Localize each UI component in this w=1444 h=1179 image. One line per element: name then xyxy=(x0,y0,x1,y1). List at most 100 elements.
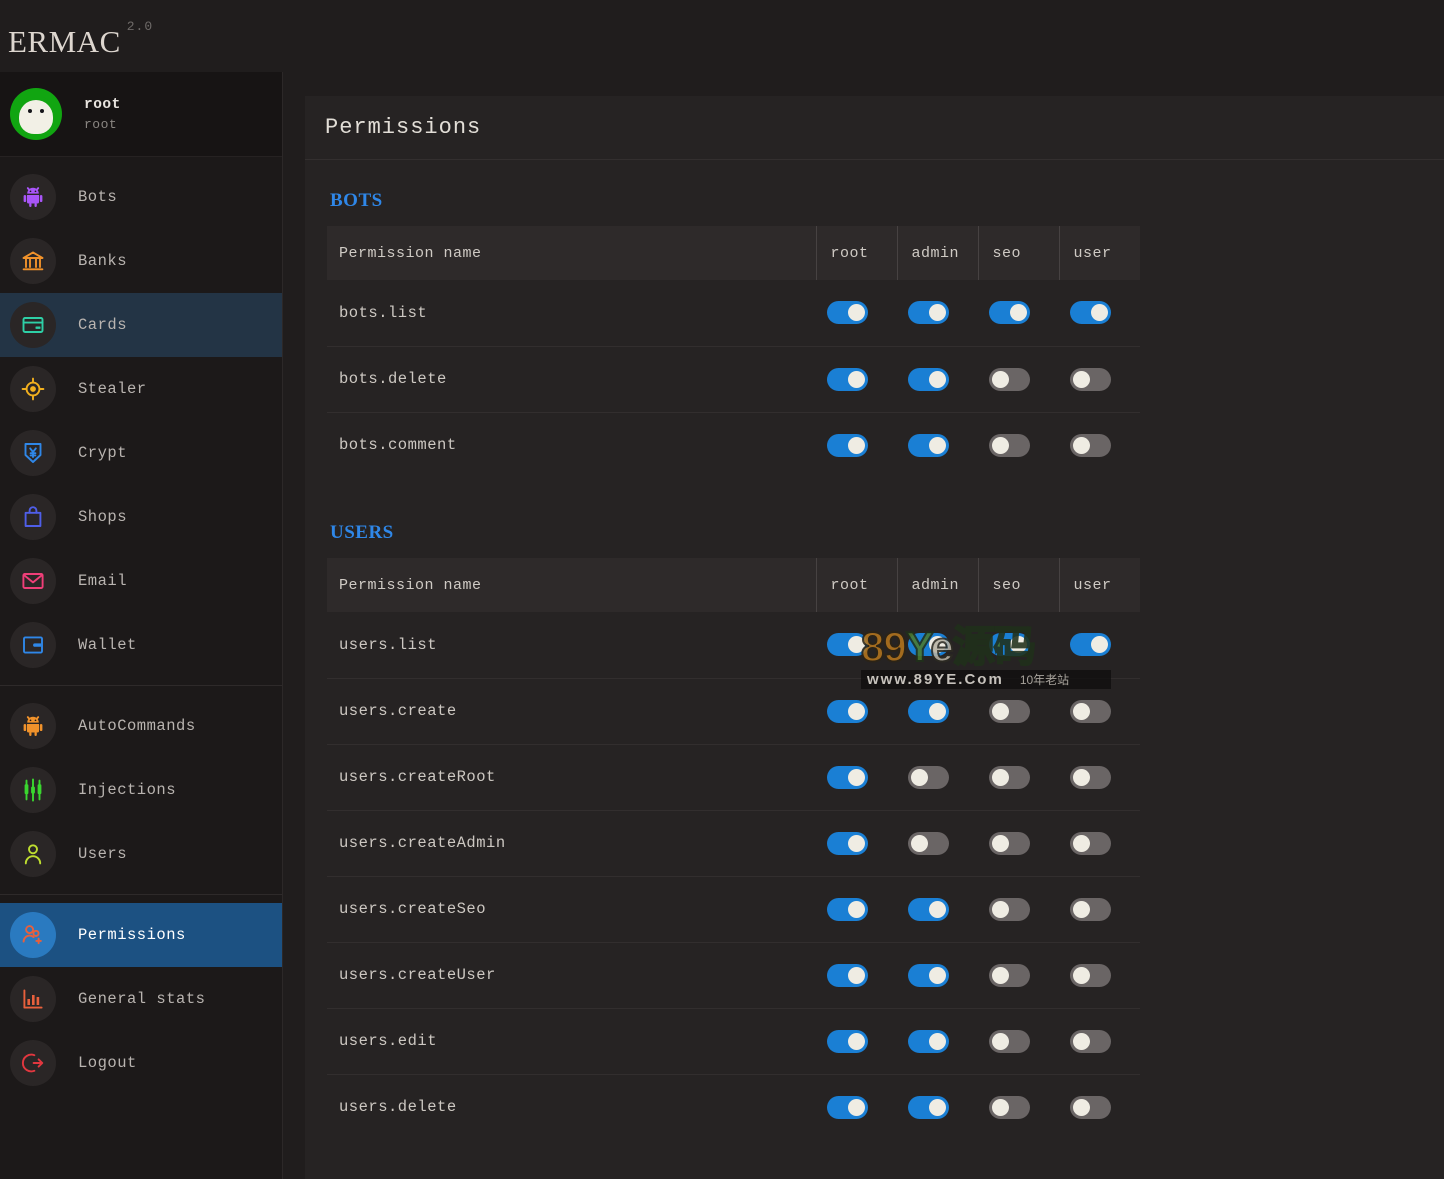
permission-cell xyxy=(897,810,978,876)
toggle-user[interactable] xyxy=(1070,1030,1111,1053)
toggle-admin[interactable] xyxy=(908,1030,949,1053)
permission-cell xyxy=(1059,744,1140,810)
toggle-root[interactable] xyxy=(827,832,868,855)
toggle-root[interactable] xyxy=(827,301,868,324)
toggle-user[interactable] xyxy=(1070,368,1111,391)
toggle-root[interactable] xyxy=(827,964,868,987)
table-header-row: Permission namerootadminseouser xyxy=(327,226,1140,280)
toggle-seo[interactable] xyxy=(989,633,1030,656)
permission-cell xyxy=(816,346,897,412)
toggle-seo[interactable] xyxy=(989,964,1030,987)
sidebar-item-wallet[interactable]: Wallet xyxy=(0,613,282,677)
toggle-user[interactable] xyxy=(1070,898,1111,921)
toggle-user[interactable] xyxy=(1070,700,1111,723)
toggle-seo[interactable] xyxy=(989,434,1030,457)
toggle-seo[interactable] xyxy=(989,700,1030,723)
table-header-row: Permission namerootadminseouser xyxy=(327,558,1140,612)
toggle-user[interactable] xyxy=(1070,832,1111,855)
toggle-user[interactable] xyxy=(1070,633,1111,656)
sidebar-item-crypt[interactable]: Crypt xyxy=(0,421,282,485)
sidebar-item-email[interactable]: Email xyxy=(0,549,282,613)
card-body: BOTSPermission namerootadminseouserbots.… xyxy=(305,160,1444,1140)
permission-name: users.edit xyxy=(327,1008,816,1074)
toggle-seo[interactable] xyxy=(989,832,1030,855)
toggle-seo[interactable] xyxy=(989,368,1030,391)
crypt-icon xyxy=(10,430,56,476)
injection-icon xyxy=(10,767,56,813)
toggle-seo[interactable] xyxy=(989,1096,1030,1119)
sidebar-item-injections[interactable]: Injections xyxy=(0,758,282,822)
permission-cell xyxy=(978,612,1059,678)
toggle-user[interactable] xyxy=(1070,301,1111,324)
toggle-seo[interactable] xyxy=(989,1030,1030,1053)
toggle-user[interactable] xyxy=(1070,964,1111,987)
sidebar-item-users[interactable]: Users xyxy=(0,822,282,886)
table-row: users.create xyxy=(327,678,1140,744)
toggle-admin[interactable] xyxy=(908,832,949,855)
sidebar-item-general-stats[interactable]: General stats xyxy=(0,967,282,1031)
toggle-knob xyxy=(929,1033,946,1050)
sidebar-item-permissions[interactable]: Permissions xyxy=(0,903,282,967)
sidebar-item-banks[interactable]: Banks xyxy=(0,229,282,293)
toggle-root[interactable] xyxy=(827,1096,868,1119)
toggle-knob xyxy=(1073,437,1090,454)
column-header-name: Permission name xyxy=(327,226,816,280)
toggle-knob xyxy=(1073,1033,1090,1050)
permission-cell xyxy=(816,876,897,942)
toggle-user[interactable] xyxy=(1070,434,1111,457)
toggle-user[interactable] xyxy=(1070,1096,1111,1119)
permission-cell xyxy=(978,942,1059,1008)
toggle-seo[interactable] xyxy=(989,766,1030,789)
sidebar-item-cards[interactable]: Cards xyxy=(0,293,282,357)
toggle-root[interactable] xyxy=(827,1030,868,1053)
toggle-seo[interactable] xyxy=(989,898,1030,921)
toggle-admin[interactable] xyxy=(908,700,949,723)
sidebar-item-logout[interactable]: Logout xyxy=(0,1031,282,1095)
permission-cell xyxy=(897,412,978,478)
permission-cell xyxy=(1059,678,1140,744)
avatar xyxy=(10,88,62,140)
sidebar-item-label: Email xyxy=(78,572,127,590)
profile-block[interactable]: root root xyxy=(0,72,282,157)
toggle-user[interactable] xyxy=(1070,766,1111,789)
toggle-admin[interactable] xyxy=(908,898,949,921)
toggle-knob xyxy=(929,304,946,321)
section-title: USERS xyxy=(330,522,1422,544)
brand-logo[interactable]: ERMAC 2.0 xyxy=(8,16,153,57)
profile-role: root xyxy=(84,117,121,132)
toggle-admin[interactable] xyxy=(908,301,949,324)
permission-cell xyxy=(978,810,1059,876)
table-row: users.createUser xyxy=(327,942,1140,1008)
sidebar-item-shops[interactable]: Shops xyxy=(0,485,282,549)
sidebar-item-label: Banks xyxy=(78,252,127,270)
permission-cell xyxy=(816,744,897,810)
permission-cell xyxy=(978,412,1059,478)
toggle-admin[interactable] xyxy=(908,766,949,789)
toggle-knob xyxy=(992,835,1009,852)
toggle-admin[interactable] xyxy=(908,964,949,987)
toggle-admin[interactable] xyxy=(908,633,949,656)
toggle-knob xyxy=(1073,769,1090,786)
toggle-admin[interactable] xyxy=(908,1096,949,1119)
toggle-admin[interactable] xyxy=(908,368,949,391)
toggle-root[interactable] xyxy=(827,898,868,921)
sidebar-item-stealer[interactable]: Stealer xyxy=(0,357,282,421)
toggle-root[interactable] xyxy=(827,766,868,789)
permissions-card: Permissions BOTSPermission namerootadmin… xyxy=(305,96,1444,1179)
permission-cell xyxy=(978,1074,1059,1140)
toggle-root[interactable] xyxy=(827,368,868,391)
sidebar-item-autocommands[interactable]: AutoCommands xyxy=(0,694,282,758)
toggle-root[interactable] xyxy=(827,434,868,457)
toggle-root[interactable] xyxy=(827,700,868,723)
sidebar-item-bots[interactable]: Bots xyxy=(0,165,282,229)
sidebar-nav: Bots Banks CardsStealerCryptShops Email Wall… xyxy=(0,157,282,1103)
permission-cell xyxy=(978,744,1059,810)
toggle-root[interactable] xyxy=(827,633,868,656)
toggle-knob xyxy=(848,636,865,653)
toggle-seo[interactable] xyxy=(989,301,1030,324)
sidebar-item-label: Injections xyxy=(78,781,176,799)
toggle-knob xyxy=(848,769,865,786)
shop-bag-icon xyxy=(10,494,56,540)
table-row: bots.list xyxy=(327,280,1140,346)
toggle-admin[interactable] xyxy=(908,434,949,457)
